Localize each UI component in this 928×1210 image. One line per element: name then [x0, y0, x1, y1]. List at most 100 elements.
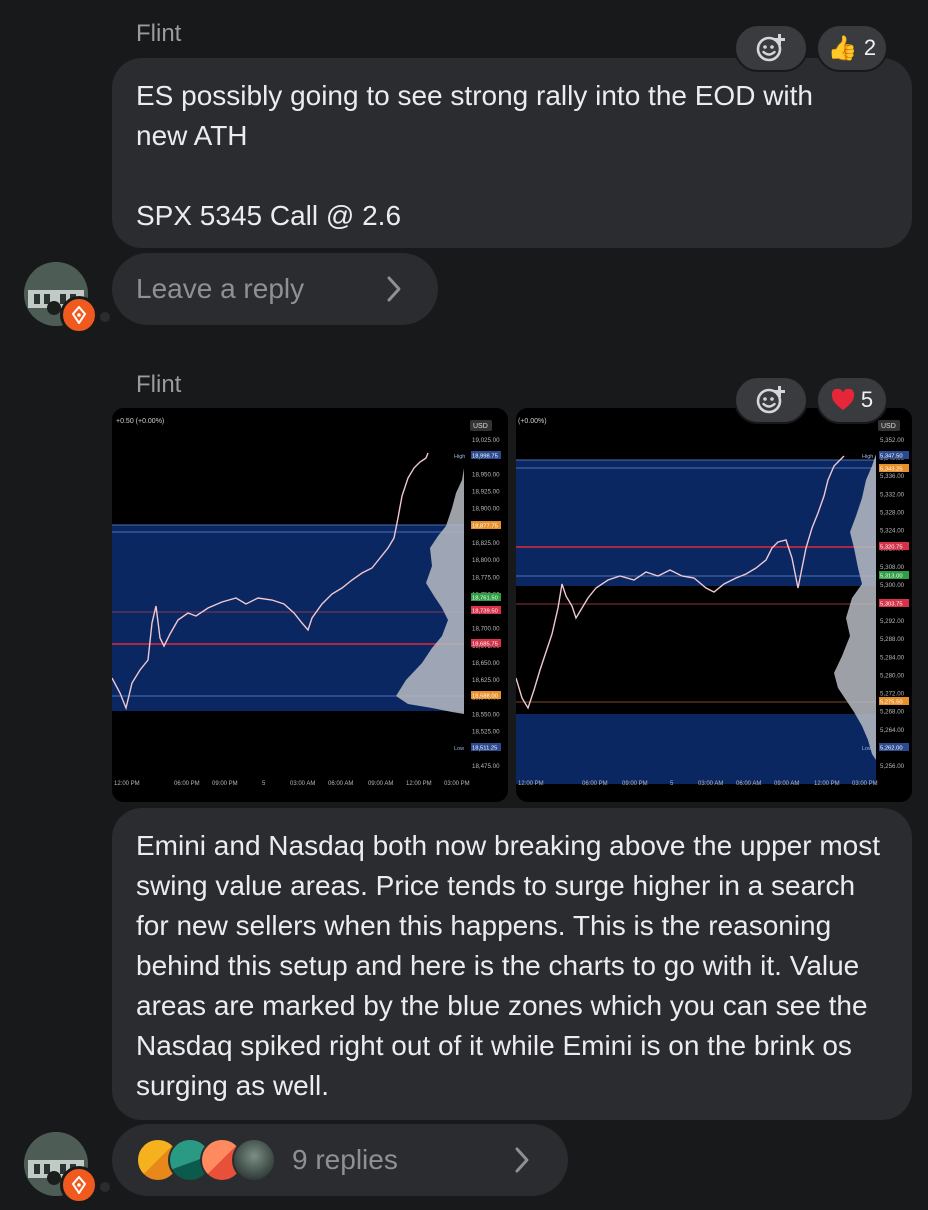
- x-tick-label: 12:00 PM: [518, 781, 544, 787]
- x-tick-label: 03:00 PM: [444, 781, 470, 787]
- y-tick-label: 5,324.00: [880, 528, 905, 535]
- message-author[interactable]: Flint: [136, 20, 181, 48]
- thread-connector: [100, 312, 110, 322]
- y-tick-label: 18,475.00: [472, 763, 500, 770]
- currency-label: USD: [473, 423, 488, 430]
- price-tag-label: Low: [454, 746, 464, 752]
- reaction-thumbs-up[interactable]: 👍 2: [816, 24, 888, 72]
- replies-count: 9 replies: [292, 1144, 398, 1175]
- y-tick-label: 18,900.00: [472, 506, 500, 513]
- avatar-badge: [60, 296, 98, 334]
- y-tick-label: 18,525.00: [472, 729, 500, 736]
- chart-image-es[interactable]: 19,025.0018,975.0018,950.0018,925.0018,9…: [112, 408, 508, 802]
- y-tick-label: 5,268.00: [880, 709, 905, 716]
- pen-nib-icon: [71, 1176, 87, 1194]
- price-tag-value: 18,685.75: [472, 642, 498, 648]
- y-tick-label: 18,925.00: [472, 488, 500, 495]
- price-tag-value: 5,262.00: [880, 746, 903, 752]
- x-tick-label: 03:00 AM: [290, 781, 315, 787]
- y-tick-label: 18,825.00: [472, 540, 500, 547]
- message-text: Emini and Nasdaq both now breaking above…: [136, 830, 881, 1101]
- y-tick-label: 5,300.00: [880, 582, 905, 589]
- price-tag: 18,685.75: [471, 639, 501, 648]
- thumbs-up-icon: 👍: [827, 34, 858, 62]
- replies-button[interactable]: 9 replies: [112, 1124, 568, 1196]
- y-tick-label: 18,550.00: [472, 712, 500, 719]
- price-tag-value: 5,343.25: [880, 467, 903, 473]
- price-tag: 5,303.75: [879, 599, 909, 608]
- message-bubble: Emini and Nasdaq both now breaking above…: [112, 808, 912, 1120]
- reply-prompt: Leave a reply: [136, 273, 305, 304]
- avatar-badge: [60, 1166, 98, 1204]
- x-tick-label: 09:00 AM: [774, 781, 799, 787]
- value-area-zone: [516, 714, 876, 784]
- y-tick-label: 5,272.00: [880, 691, 905, 698]
- price-tag-value: 18,998.75: [472, 454, 498, 460]
- y-tick-label: 19,025.00: [472, 437, 500, 444]
- price-tag-label: Low: [862, 746, 872, 752]
- y-tick-label: 5,352.00: [880, 437, 905, 444]
- add-reaction-button[interactable]: [734, 24, 808, 72]
- x-tick-label: 03:00 AM: [698, 781, 723, 787]
- y-tick-label: 5,264.00: [880, 727, 905, 734]
- replier-avatar: [232, 1138, 276, 1182]
- x-tick-label: 12:00 PM: [406, 781, 432, 787]
- x-tick-label: 06:00 PM: [582, 781, 608, 787]
- chart-image-nq[interactable]: 5,352.005,340.005,336.005,332.005,328.00…: [516, 408, 912, 802]
- add-reaction-icon: [756, 386, 785, 414]
- thread-connector: [100, 1182, 110, 1192]
- add-reaction-button[interactable]: [734, 376, 808, 424]
- price-tag-value: 5,313.00: [880, 574, 903, 580]
- y-tick-label: 18,775.00: [472, 574, 500, 581]
- x-tick-label: 03:00 PM: [852, 781, 878, 787]
- reaction-count: 2: [863, 35, 877, 60]
- y-tick-label: 5,308.00: [880, 564, 905, 571]
- x-tick-label: 06:00 AM: [736, 781, 761, 787]
- price-tag: 5,275.50: [879, 697, 909, 706]
- message-author[interactable]: Flint: [136, 371, 181, 399]
- price-tag: 18,739.50: [471, 606, 501, 615]
- price-chart: 19,025.0018,975.0018,950.0018,925.0018,9…: [112, 408, 508, 802]
- price-tag-value: 5,347.50: [880, 454, 903, 460]
- price-tag: 5,320.75: [879, 542, 909, 551]
- price-tag-value: 5,275.50: [880, 700, 903, 706]
- leave-reply-button[interactable]: Leave a reply: [112, 253, 438, 325]
- y-tick-label: 5,336.00: [880, 473, 905, 480]
- x-tick-label: 06:00 PM: [174, 781, 200, 787]
- price-tag-value: 5,320.75: [880, 545, 903, 551]
- price-tag-value: 18,588.00: [472, 694, 498, 700]
- price-tag: 18,877.75: [471, 521, 501, 530]
- y-tick-label: 5,284.00: [880, 654, 905, 661]
- y-tick-label: 18,800.00: [472, 557, 500, 564]
- x-tick-label: 09:00 PM: [212, 781, 238, 787]
- chart-header: (+0.00%): [518, 418, 547, 425]
- price-tag: 18,588.00: [471, 691, 501, 700]
- x-tick-label: 12:00 PM: [814, 781, 840, 787]
- chevron-right-icon: [515, 1147, 529, 1173]
- reaction-count: 5: [860, 387, 874, 412]
- value-area-zone: [516, 460, 876, 586]
- y-tick-label: 5,292.00: [880, 618, 905, 625]
- y-tick-label: 18,950.00: [472, 471, 500, 478]
- price-tag: 5,343.25: [879, 464, 909, 473]
- price-tag-value: 5,303.75: [880, 602, 903, 608]
- y-tick-label: 5,256.00: [880, 763, 905, 770]
- heart-icon: [831, 389, 854, 410]
- x-tick-label: 06:00 AM: [328, 781, 353, 787]
- price-tag-value: 18,877.75: [472, 524, 498, 530]
- message-text: ES possibly going to see strong rally in…: [136, 80, 814, 231]
- y-tick-label: 5,280.00: [880, 672, 905, 679]
- reaction-heart[interactable]: 5: [816, 376, 888, 424]
- message-bubble: ES possibly going to see strong rally in…: [112, 58, 912, 248]
- x-tick-label: 09:00 AM: [368, 781, 393, 787]
- x-tick-label: 12:00 PM: [114, 781, 140, 787]
- price-tag-label: High: [454, 454, 465, 460]
- price-tag-value: 18,739.50: [472, 609, 498, 615]
- chart-header: +0.50 (+0.00%): [116, 418, 164, 425]
- y-tick-label: 18,700.00: [472, 626, 500, 633]
- y-tick-label: 5,288.00: [880, 636, 905, 643]
- x-tick-label: 09:00 PM: [622, 781, 648, 787]
- replier-avatars: [136, 1138, 276, 1182]
- price-tag-value: 18,511.25: [472, 746, 497, 752]
- price-tag-label: High: [862, 454, 873, 460]
